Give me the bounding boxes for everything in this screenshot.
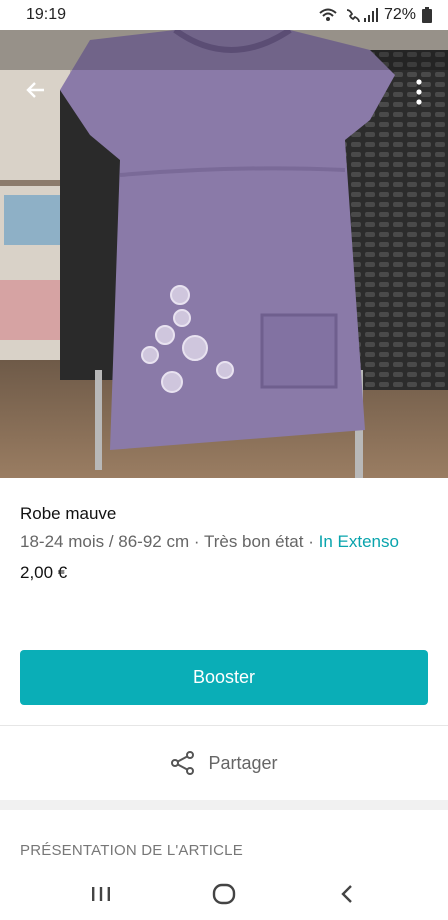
section-title: PRÉSENTATION DE L'ARTICLE <box>20 842 243 859</box>
back-icon <box>340 885 352 903</box>
signal-icon <box>346 8 378 23</box>
item-size: 18-24 mois / 86-92 cm <box>20 532 190 551</box>
status-bar: 19:19 72% <box>0 0 448 30</box>
item-details: 18-24 mois / 86-92 cm · Très bon état · … <box>20 532 399 551</box>
item-title: Robe mauve <box>20 504 117 523</box>
product-photo[interactable] <box>0 30 448 478</box>
home-button[interactable] <box>204 874 244 914</box>
back-arrow-icon[interactable] <box>24 78 48 102</box>
share-icon <box>171 751 195 775</box>
recent-apps-icon <box>92 887 111 901</box>
recent-apps-button[interactable] <box>81 874 121 914</box>
status-icons: 72% <box>318 6 432 24</box>
item-brand-link[interactable]: In Extenso <box>319 532 399 551</box>
section-separator <box>0 800 448 810</box>
item-price: 2,00 € <box>20 563 68 582</box>
battery-icon <box>422 7 432 23</box>
dress-image <box>0 30 448 478</box>
wifi-calling-icon <box>319 8 337 21</box>
battery-percent: 72% <box>383 6 416 23</box>
back-button[interactable] <box>327 874 367 914</box>
item-info: Robe mauve 18-24 mois / 86-92 cm · Très … <box>20 502 430 585</box>
item-condition: Très bon état <box>203 532 304 551</box>
booster-button[interactable]: Booster <box>20 650 428 705</box>
home-icon <box>212 883 236 905</box>
share-button[interactable]: Partager <box>0 726 448 800</box>
status-time: 19:19 <box>26 6 67 23</box>
more-vert-icon[interactable] <box>414 78 424 106</box>
share-label: Partager <box>208 752 278 773</box>
system-nav-bar <box>0 868 448 920</box>
